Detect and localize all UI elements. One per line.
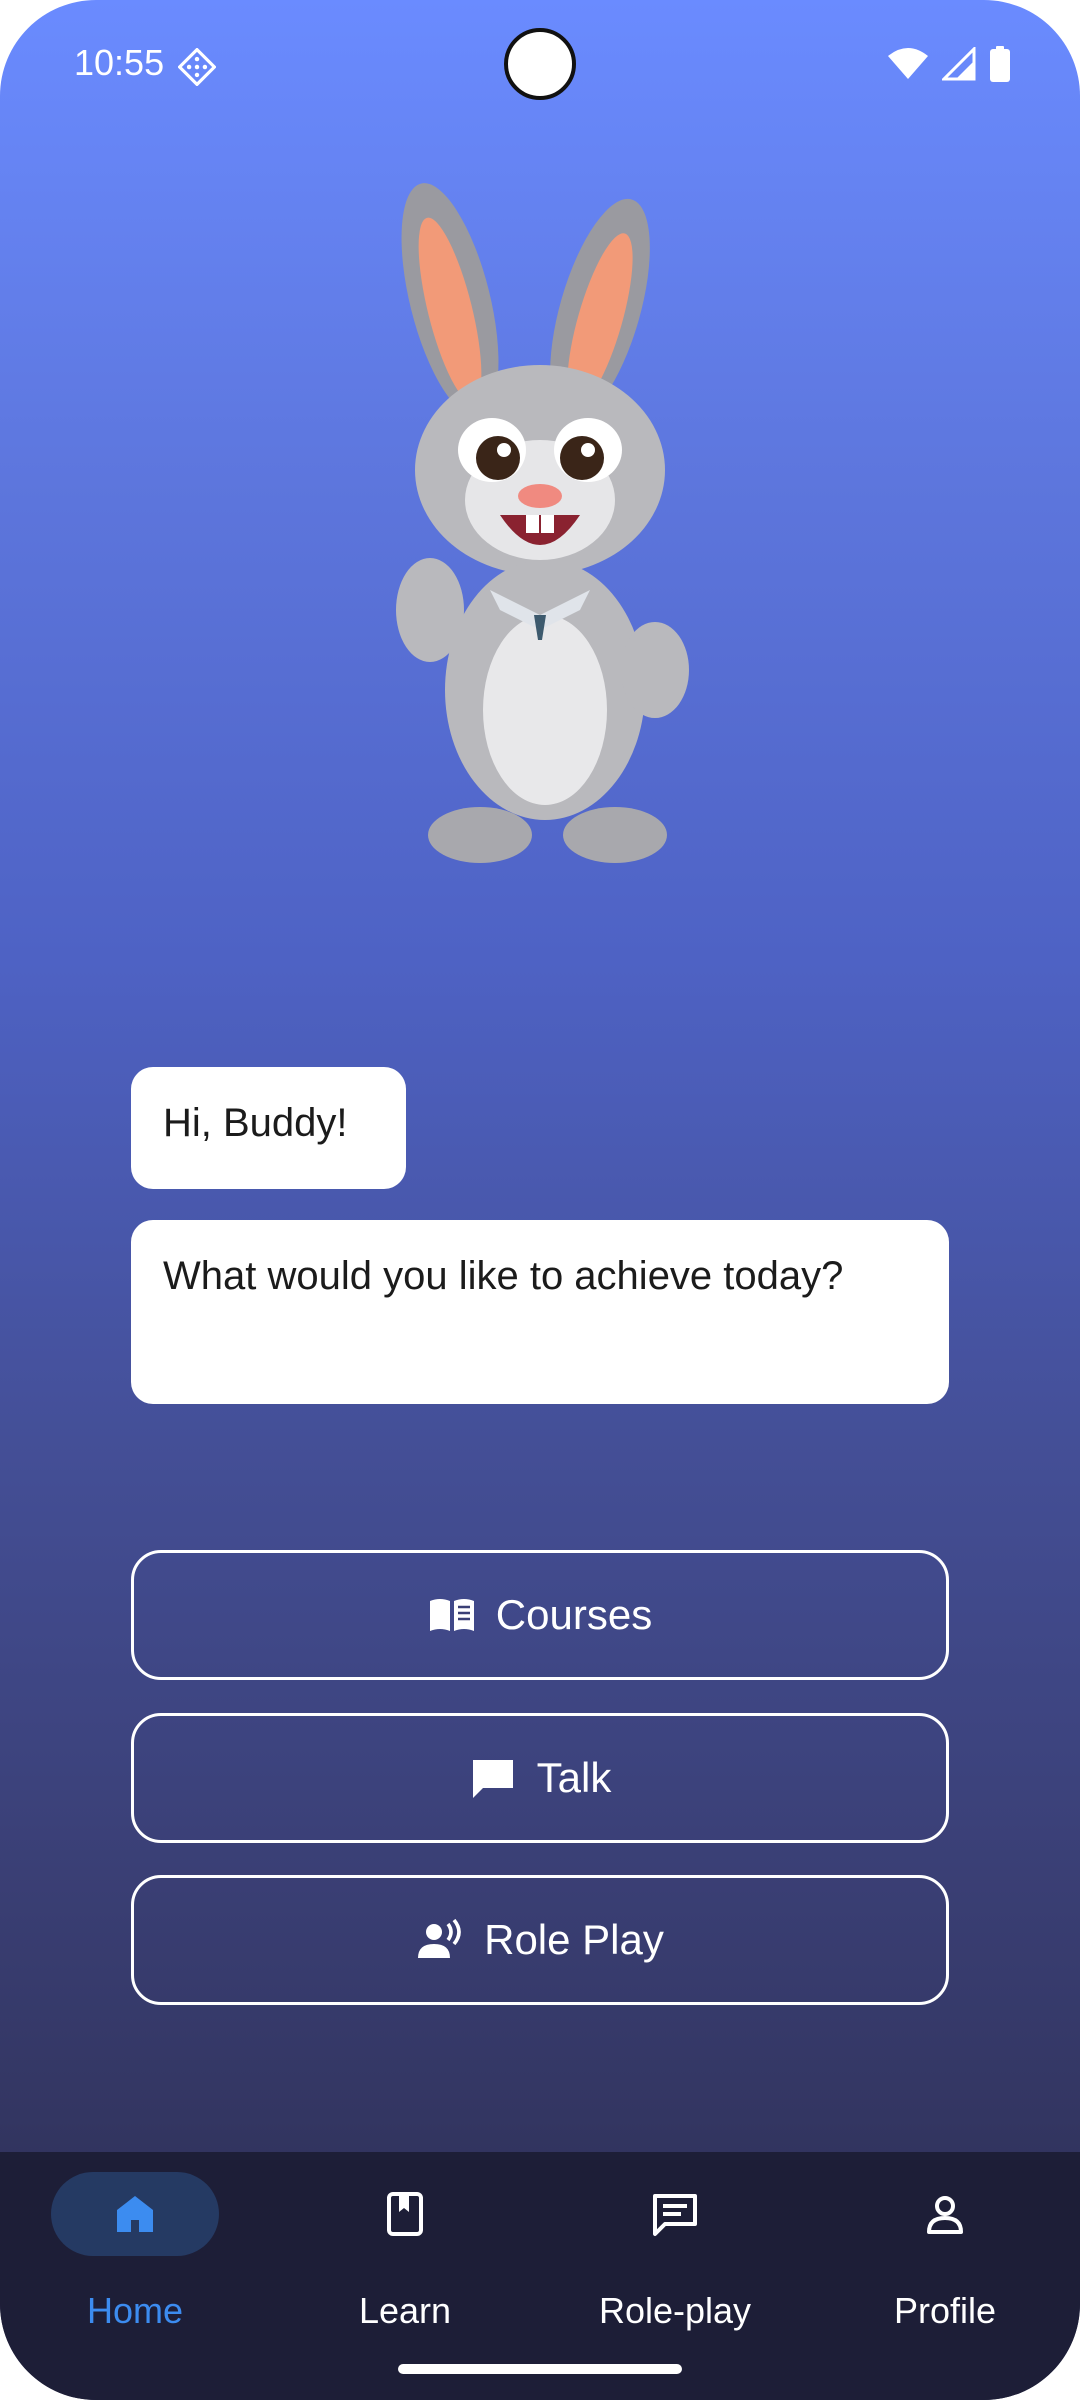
status-bar: 10:55 [0, 0, 1080, 130]
speaking-person-icon [418, 1918, 461, 1958]
wifi-icon [888, 48, 928, 79]
role-play-label: Role Play [484, 1916, 664, 1963]
phone-screen: 10:55 Hi, Buddy! What would you like to … [0, 0, 1080, 2400]
nav-item-role-play[interactable]: Role-play [540, 2152, 810, 2400]
camera-cutout [504, 28, 576, 100]
chat-bubble-icon [472, 1760, 513, 1798]
chat-lines-icon [653, 2194, 697, 2236]
nav-item-profile[interactable]: Profile [810, 2152, 1080, 2400]
nav-item-learn[interactable]: Learn [270, 2152, 540, 2400]
signal-icon [942, 47, 976, 81]
diamond-pattern-icon [178, 48, 216, 86]
open-book-icon [429, 1599, 474, 1631]
bunny-mascot-illustration [396, 183, 689, 863]
talk-label: Talk [536, 1754, 612, 1801]
nav-item-home[interactable]: Home [0, 2152, 270, 2400]
nav-label-profile: Profile [893, 2290, 997, 2331]
nav-active-pill [51, 2172, 219, 2256]
bottom-nav-bar: Home Learn Role-play Profile [0, 2152, 1080, 2400]
status-icons [888, 46, 1010, 82]
nav-label-learn: Learn [358, 2290, 452, 2331]
talk-button[interactable]: Talk [131, 1713, 949, 1843]
greeting-bubble: Hi, Buddy! [131, 1067, 406, 1189]
person-icon [927, 2196, 963, 2234]
courses-label: Courses [495, 1591, 653, 1638]
battery-icon [990, 46, 1010, 82]
courses-button[interactable]: Courses [131, 1550, 949, 1680]
question-bubble: What would you like to achieve today? [131, 1220, 949, 1404]
home-indicator[interactable] [398, 2364, 682, 2374]
nav-label-home: Home [86, 2290, 184, 2331]
nav-label-role-play: Role-play [598, 2290, 752, 2331]
role-play-button[interactable]: Role Play [131, 1875, 949, 2005]
bookmark-book-icon [387, 2192, 423, 2236]
status-time: 10:55 [74, 42, 165, 83]
home-icon [117, 2196, 153, 2232]
